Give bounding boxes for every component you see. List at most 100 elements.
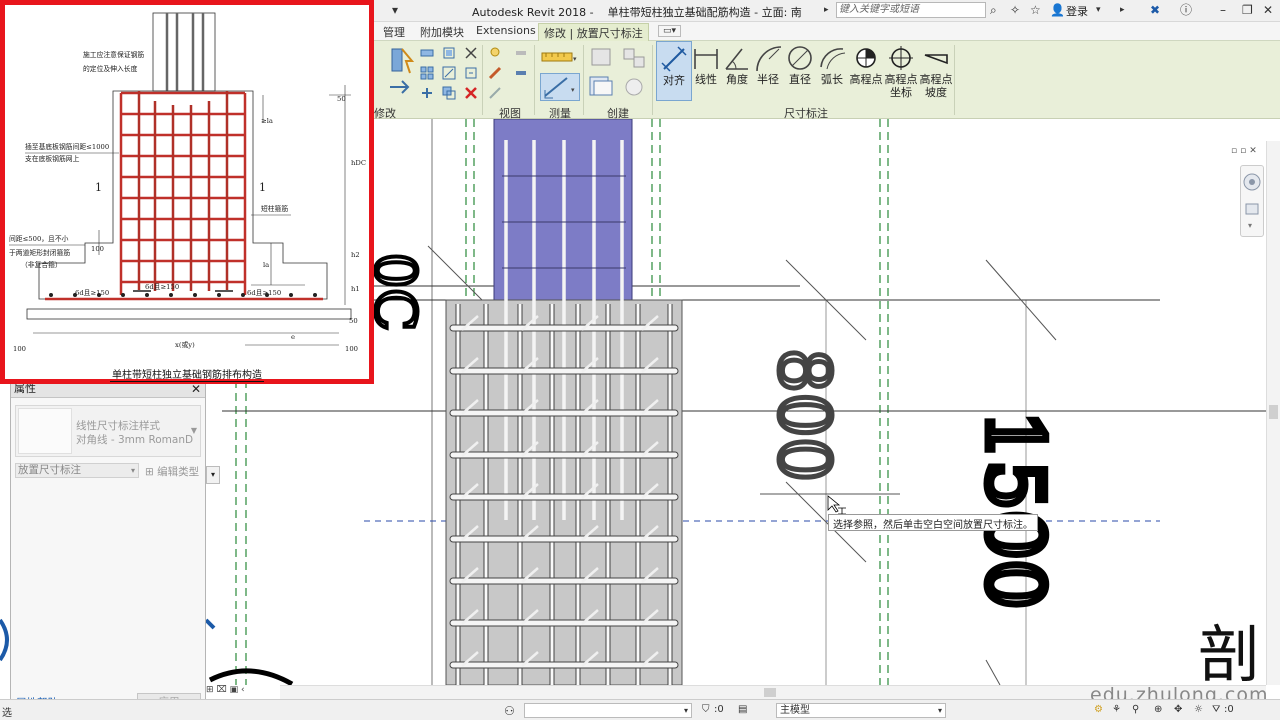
create-similar-icon[interactable]	[620, 73, 648, 101]
binoculars-icon[interactable]: ⌕	[990, 3, 997, 17]
design-options-icon[interactable]: ▤	[738, 704, 747, 715]
drag-elements-icon[interactable]: ✥	[1174, 704, 1182, 715]
chevron-down-icon: ▾	[683, 706, 688, 715]
tab-modify-place-dimensions[interactable]: 修改 | 放置尺寸标注	[538, 23, 649, 42]
help-icon[interactable]: ⓘ	[1180, 3, 1192, 17]
spot-slope-button[interactable]: 高程点 坡度	[918, 41, 954, 101]
close-icon[interactable]: ✕	[1263, 3, 1273, 17]
type-preview	[18, 408, 72, 454]
dimension-diameter-button[interactable]: 直径	[782, 41, 818, 101]
chevron-down-icon: ▾	[937, 706, 942, 715]
exchange-icon[interactable]: ✖	[1150, 3, 1160, 17]
ref-dim-h2: h2	[351, 251, 360, 259]
dimension-arc-length-button[interactable]: 弧长	[814, 41, 850, 101]
ribbon-options-icon[interactable]: ▭▾	[658, 25, 682, 37]
restore-icon[interactable]: ❐	[1242, 3, 1253, 17]
instance-filter-dropdown[interactable]: 放置尺寸标注 ▾	[15, 463, 139, 478]
measure-along-icon[interactable]: ▾	[540, 73, 580, 101]
horizontal-scroll-thumb[interactable]	[764, 688, 776, 697]
select-pinned-icon[interactable]: ⚲	[1132, 704, 1139, 715]
quick-access-dropdown-icon[interactable]: ▾	[392, 3, 398, 17]
spot-slope-label: 高程点 坡度	[919, 73, 953, 99]
modify-tool-icon[interactable]	[388, 45, 416, 79]
ref-note-2: 的定位及伸入长度	[83, 64, 138, 73]
tab-addins[interactable]: 附加模块	[420, 24, 464, 40]
ref-dim-100b: 100	[345, 345, 358, 353]
palette-scroll-down[interactable]: ▾	[206, 466, 220, 484]
view-tool-icon[interactable]	[514, 46, 528, 60]
measure-between-icon[interactable]: ▾	[540, 45, 580, 69]
search-expand-icon[interactable]: ▸	[824, 3, 829, 17]
tab-extensions[interactable]: Extensions	[476, 24, 536, 37]
select-links-icon[interactable]: ⚙	[1094, 704, 1103, 715]
ref-dim-50b: 50	[349, 317, 358, 325]
align-icon[interactable]	[420, 46, 434, 60]
view-tool-2-icon[interactable]	[514, 66, 528, 80]
trim-extend-icon[interactable]	[388, 75, 412, 99]
dimension-arc-length-label: 弧长	[821, 73, 843, 86]
create-assembly-icon[interactable]	[588, 45, 618, 71]
offset-icon[interactable]	[442, 46, 456, 60]
section-mark-right: 1	[259, 181, 266, 194]
spot-elevation-button[interactable]: 高程点	[848, 41, 884, 101]
login-link[interactable]: 登录	[1066, 3, 1088, 19]
workset-dropdown[interactable]: ▾	[524, 703, 692, 718]
document-title: 单柱带短柱独立基础配筋构造 - 立面: 南	[607, 6, 802, 19]
steering-wheel-icon[interactable]: ▾	[1241, 166, 1263, 236]
array-icon[interactable]	[420, 66, 434, 80]
ref-note-4: 支在底板钢筋网上	[25, 154, 80, 163]
linear-dimension-icon	[694, 49, 718, 69]
hide-element-icon[interactable]	[488, 46, 502, 60]
status-prompt: 选	[2, 708, 12, 719]
background-process-icon[interactable]: ☼	[1194, 704, 1203, 715]
pin-icon[interactable]	[464, 66, 478, 80]
dimension-radial-button[interactable]: 半径	[750, 41, 786, 101]
chevron-down-icon: ▾	[130, 466, 135, 475]
split-icon[interactable]	[464, 46, 478, 60]
vertical-scroll-thumb[interactable]	[1269, 405, 1278, 419]
navigation-bar[interactable]: ▾	[1240, 165, 1264, 237]
create-group-icon[interactable]	[586, 73, 616, 101]
search-input[interactable]: 键入关键字或短语	[836, 2, 986, 18]
user-icon[interactable]: 👤	[1050, 3, 1065, 17]
spot-coordinate-button[interactable]: 高程点 坐标	[883, 41, 919, 101]
subscription-icon[interactable]: ✧	[1010, 3, 1020, 17]
dimension-aligned-button[interactable]: 对齐	[656, 41, 692, 101]
select-by-face-icon[interactable]: ⊕	[1154, 704, 1162, 715]
move-icon[interactable]	[420, 86, 434, 100]
create-parts-icon[interactable]	[620, 45, 650, 71]
design-option-dropdown[interactable]: 主模型 ▾	[776, 703, 946, 718]
select-underlay-icon[interactable]: ⚘	[1112, 704, 1121, 715]
star-icon[interactable]: ☆	[1030, 3, 1041, 17]
override-graphics-icon[interactable]	[488, 66, 502, 80]
view-control-bar[interactable]: ⊞ ⌧ ▣ ‹	[206, 685, 286, 699]
login-dropdown-icon[interactable]: ▾	[1096, 3, 1101, 17]
arc-length-icon	[820, 48, 846, 70]
partial-annotation-blue	[0, 618, 9, 662]
copy-icon[interactable]	[442, 86, 456, 100]
linework-icon[interactable]	[488, 86, 502, 100]
svg-text:▾: ▾	[571, 86, 575, 94]
vertical-scrollbar[interactable]	[1266, 141, 1280, 685]
app-store-dropdown-icon[interactable]: ▸	[1120, 3, 1125, 17]
type-selector[interactable]: 线性尺寸标注样式 对角线 - 3mm RomanD ▼	[15, 405, 201, 457]
dimension-diameter-label: 直径	[789, 73, 811, 86]
edit-type-button[interactable]: ⊞ 编辑类型	[145, 464, 199, 479]
ref-dim-100a: 100	[13, 345, 26, 353]
tab-manage[interactable]: 管理	[383, 24, 405, 40]
filter-icon[interactable]: ⛉	[702, 704, 710, 715]
view-window-controls[interactable]: ▫▫✕	[1231, 146, 1260, 156]
mouse-cursor-icon	[827, 495, 841, 513]
spot-coordinate-icon	[889, 46, 913, 70]
edit-type-label: 编辑类型	[157, 466, 200, 478]
ref-dim-la: ≥la	[261, 117, 273, 125]
ref-note-3: 插至基底板钢筋间距≤1000	[25, 142, 109, 151]
spot-coordinate-label: 高程点 坐标	[884, 73, 918, 99]
worksets-icon[interactable]: ⚇	[504, 704, 515, 718]
filter-selection-icon[interactable]: ⛛	[1212, 704, 1220, 715]
delete-icon[interactable]	[464, 86, 478, 100]
chevron-down-icon[interactable]: ▼	[191, 426, 197, 435]
minimize-icon[interactable]: –	[1220, 3, 1226, 17]
scale-icon[interactable]	[442, 66, 456, 80]
dimension-aligned-label: 对齐	[663, 74, 685, 87]
